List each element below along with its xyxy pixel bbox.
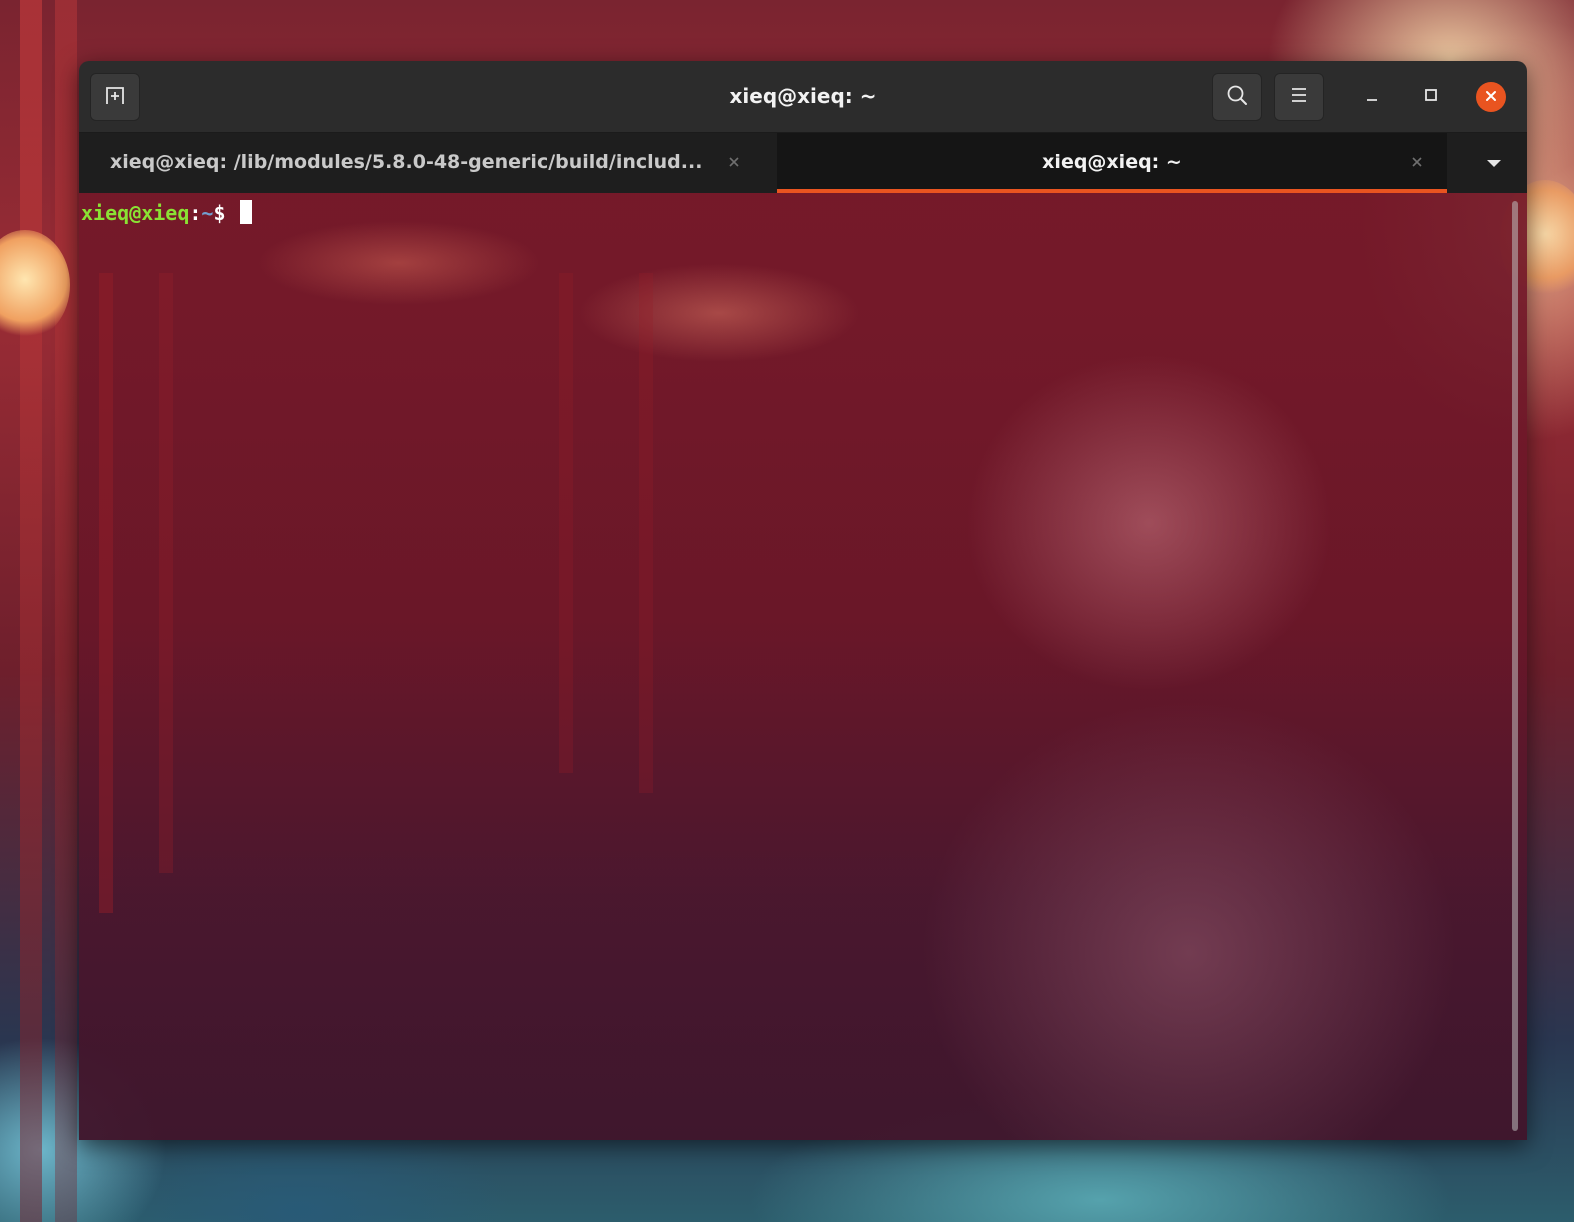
new-tab-icon: [103, 83, 127, 111]
maximize-button[interactable]: [1416, 82, 1446, 112]
headerbar: xieq@xieq: ~: [79, 61, 1527, 133]
background-pillar: [99, 273, 113, 913]
prompt-line: xieq@xieq:~$: [81, 199, 252, 227]
minimize-button[interactable]: [1357, 82, 1387, 112]
tab-list-dropdown[interactable]: [1479, 147, 1509, 177]
close-button[interactable]: [1476, 82, 1506, 112]
maximize-icon: [1423, 87, 1439, 107]
chevron-down-icon: [1486, 153, 1502, 172]
tab-home[interactable]: xieq@xieq: ~: [777, 133, 1447, 193]
wallpaper-torii-pillar: [20, 0, 42, 1222]
prompt-user: xieq@xieq: [81, 201, 190, 225]
scrollbar[interactable]: [1512, 201, 1518, 1131]
search-icon: [1225, 83, 1249, 111]
tab-bar: xieq@xieq: /lib/modules/5.8.0-48-generic…: [79, 133, 1527, 193]
close-icon: [1412, 157, 1422, 167]
new-tab-button[interactable]: [90, 73, 140, 121]
background-pillar: [559, 273, 573, 773]
minimize-icon: [1364, 87, 1380, 107]
prompt-symbol: $: [213, 201, 238, 225]
text-cursor: [239, 200, 252, 224]
prompt-path: ~: [201, 201, 214, 225]
terminal-window: xieq@xieq: ~ xieq@xieq: /lib/modules/5.8…: [79, 61, 1527, 1140]
terminal-output[interactable]: xieq@xieq:~$: [79, 193, 1527, 1140]
close-icon: [729, 157, 739, 167]
tab-close-button[interactable]: [724, 152, 744, 172]
background-pillar: [159, 273, 173, 873]
tab-build-include[interactable]: xieq@xieq: /lib/modules/5.8.0-48-generic…: [79, 133, 777, 193]
prompt-separator: :: [189, 201, 202, 225]
tab-close-button[interactable]: [1407, 152, 1427, 172]
background-pillar: [639, 273, 653, 793]
search-button[interactable]: [1212, 73, 1262, 121]
tab-label: xieq@xieq: /lib/modules/5.8.0-48-generic…: [110, 151, 703, 173]
close-icon: [1484, 88, 1498, 107]
hamburger-menu-icon: [1288, 84, 1310, 110]
tab-label: xieq@xieq: ~: [1042, 151, 1182, 173]
desktop-wallpaper: xieq@xieq: ~ xieq@xieq: /lib/modules/5.8…: [0, 0, 1574, 1222]
wallpaper-torii-pillar: [55, 0, 77, 1222]
main-menu-button[interactable]: [1274, 73, 1324, 121]
